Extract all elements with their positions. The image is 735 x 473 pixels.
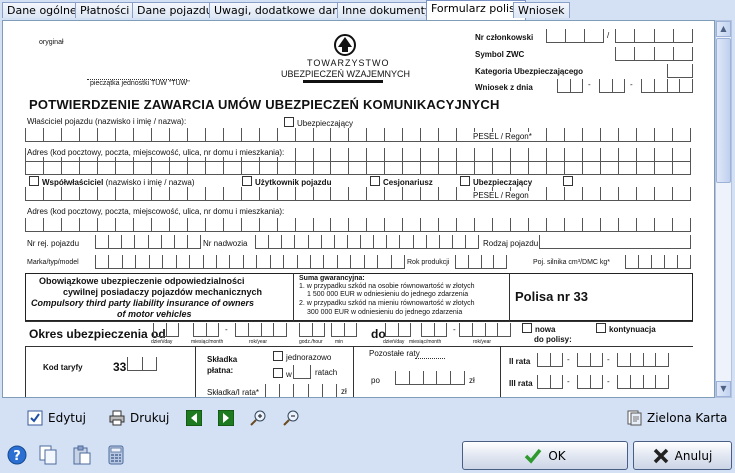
tuw-logo-icon <box>333 33 357 57</box>
address-cells <box>25 161 691 175</box>
wniosek-label: Wniosek z dnia <box>475 83 533 92</box>
address-label: Adres (kod pocztowy, poczta, miejscowość… <box>27 148 285 157</box>
w-ratach-checkbox[interactable] <box>273 368 283 378</box>
prev-page-button[interactable] <box>185 408 207 428</box>
arrow-right-icon <box>217 409 235 427</box>
form-toolbar: Edytuj Drukuj Zielona Karta <box>0 400 735 436</box>
skladka-label: Składka <box>207 355 238 364</box>
tab-platnosci[interactable]: Płatności <box>75 2 135 18</box>
drukuj-button[interactable]: Drukuj <box>109 408 169 428</box>
logo-underline <box>303 80 383 83</box>
vertical-scrollbar[interactable]: ▲ ▼ <box>715 20 732 398</box>
scroll-down-button[interactable]: ▼ <box>716 381 731 397</box>
kategoria-cells <box>667 64 693 78</box>
ubezpieczajacy-checkbox[interactable] <box>284 117 294 127</box>
rok-label: Rok produkcji <box>407 259 450 266</box>
help-icon[interactable]: ? <box>7 445 27 465</box>
zielona-karta-button[interactable]: Zielona Karta <box>626 408 727 428</box>
edytuj-button[interactable]: Edytuj <box>27 408 86 428</box>
stamp-line <box>87 79 187 80</box>
uzytkownik-checkbox[interactable] <box>242 176 252 186</box>
do-polisy-label: do polisy: <box>534 335 572 344</box>
arrow-left-icon <box>185 409 203 427</box>
pesel-label: PESEL / Regon* <box>473 132 532 141</box>
logo-line1: TOWARZYSTWO <box>307 58 390 68</box>
ubezpieczajacy2-checkbox[interactable] <box>460 176 470 186</box>
kod-taryfy-label: Kod taryfy <box>43 363 83 372</box>
nowa-checkbox[interactable] <box>522 323 532 333</box>
jednorazowo-checkbox[interactable] <box>273 351 283 361</box>
kontynuacja-checkbox[interactable] <box>596 323 606 333</box>
document-icon <box>626 410 642 426</box>
form-title: POTWIERDZENIE ZAWARCIA UMÓW UBEZPIECZEŃ … <box>29 97 500 112</box>
tab-dane-ogolne[interactable]: Dane ogólne <box>2 2 82 18</box>
platna-label: płatna: <box>207 366 234 375</box>
scroll-thumb[interactable] <box>716 38 731 183</box>
nr-nadwozia-label: Nr nadwozia <box>203 239 248 248</box>
nr-rej-label: Nr rej. pojazdu <box>27 239 80 248</box>
zoom-in-icon <box>250 410 266 426</box>
next-page-button[interactable] <box>217 408 239 428</box>
printer-icon <box>109 410 125 426</box>
policy-form-viewer[interactable]: oryginał pieczątka jednostki TUW "TUW" T… <box>2 20 715 398</box>
ii-rata-label: II rata <box>509 357 531 366</box>
original-label: oryginał <box>39 39 64 46</box>
ok-button[interactable]: OK <box>462 441 628 470</box>
ubezpieczajacy-label: Ubezpieczający <box>297 119 354 128</box>
zoom-out-icon <box>283 410 299 426</box>
cesjonariusz-checkbox[interactable] <box>370 176 380 186</box>
scroll-up-button[interactable]: ▲ <box>716 21 731 37</box>
checkmark-icon <box>524 447 542 465</box>
okres-label: Okres ubezpieczenia od <box>29 327 166 341</box>
marka-label: Marka/typ/model <box>27 259 79 266</box>
stamp-label: pieczątka jednostki TUW "TUW" <box>90 80 190 87</box>
owner-name-cells <box>25 128 691 142</box>
cancel-button[interactable]: Anuluj <box>633 441 732 470</box>
tab-wniosek[interactable]: Wniosek <box>513 2 570 18</box>
owner-label: Właściciel pojazdu (nazwisko i imię / na… <box>27 117 187 126</box>
copy-icon[interactable] <box>38 445 58 465</box>
rodzaj-label: Rodzaj pojazdu <box>483 239 539 248</box>
checkbox-checked-icon <box>27 410 43 426</box>
wspolwlasciciel-checkbox[interactable] <box>29 176 39 186</box>
symbol-zwc-label: Symbol ZWC <box>475 50 525 59</box>
tab-formularz-polisy[interactable]: Formularz polisy <box>426 0 527 20</box>
nr-czlonkowski-cells-2 <box>615 29 693 43</box>
symbol-zwc-cells <box>615 47 693 61</box>
svg-text:?: ? <box>13 449 21 464</box>
polisa-number: Polisa nr 33 <box>515 289 588 304</box>
oc-line3: Compulsory third party liability insuran… <box>31 298 255 308</box>
kategoria-label: Kategoria Ubezpieczającego <box>475 67 584 76</box>
calculator-icon[interactable] <box>106 445 126 465</box>
zoom-out-button[interactable] <box>283 408 304 428</box>
iii-rata-label: III rata <box>509 379 533 388</box>
kod-taryfy-value: 33 <box>113 360 127 374</box>
zoom-in-button[interactable] <box>250 408 271 428</box>
tab-dane-pojazdu[interactable]: Dane pojazdu <box>132 2 218 18</box>
oc-line2: cywilnej posiadaczy pojazdów mechaniczny… <box>63 287 263 297</box>
pesel2-label: PESEL / Regon <box>473 191 529 200</box>
pojemnosc-label: Poj. silnika cm³/DMC kg* <box>533 259 611 266</box>
tab-inne-dokumenty[interactable]: Inne dokumenty <box>337 2 437 18</box>
other-checkbox[interactable] <box>563 176 573 186</box>
oc-line1: Obowiązkowe ubezpieczenie odpowiedzialno… <box>39 276 245 286</box>
paste-icon[interactable] <box>72 445 92 465</box>
tab-uwagi[interactable]: Uwagi, dodatkowe dane <box>209 2 351 18</box>
tab-strip: Dane ogólne Płatności Dane pojazdu Uwagi… <box>0 0 735 20</box>
nr-czlonkowski-cells <box>546 29 604 43</box>
oc-line4: of motor vehicles <box>117 309 192 319</box>
close-icon <box>653 448 669 464</box>
nr-czlonkowski-label: Nr członkowski <box>475 33 534 42</box>
skladka-rata-label: Składka/I rata* <box>207 388 260 397</box>
pozostale-raty-label: Pozostałe raty <box>369 349 420 358</box>
address2-label: Adres (kod pocztowy, poczta, miejscowość… <box>27 207 285 216</box>
suma-label: Suma gwarancyjna: <box>299 275 365 282</box>
logo-line2: UBEZPIECZEŃ WZAJEMNYCH <box>281 69 411 79</box>
